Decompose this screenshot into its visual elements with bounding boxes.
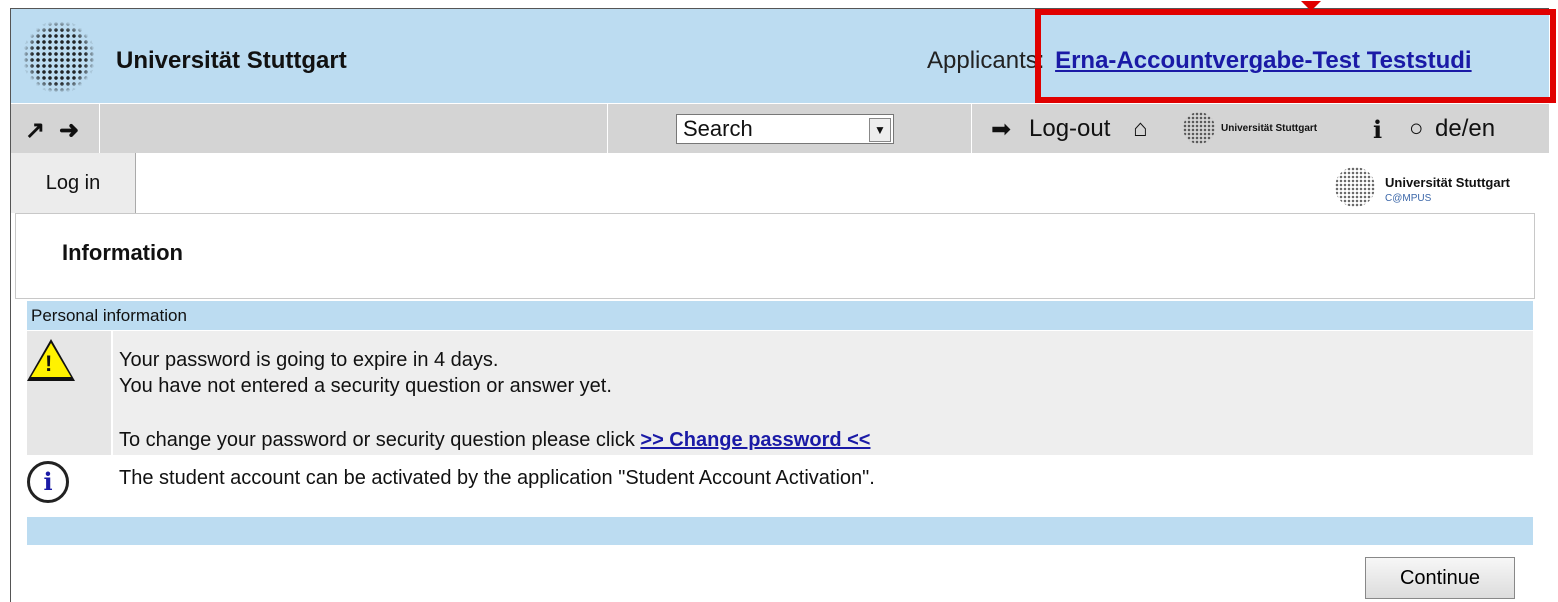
university-mini-logo-icon[interactable] [1183, 112, 1215, 144]
page-title-box: Information [15, 213, 1535, 299]
forward-icon[interactable]: ➜ [59, 116, 79, 145]
toolbar-nav: ↗ ➜ [11, 104, 100, 154]
activation-text: The student account can be activated by … [119, 467, 875, 489]
speech-bubble-icon[interactable]: ○ [1409, 115, 1424, 143]
continue-button[interactable]: Continue [1365, 557, 1515, 599]
page: Universität Stuttgart Applicants: Erna-A… [10, 1, 1556, 602]
language-switch[interactable]: de/en [1435, 115, 1495, 143]
page-title: Information [62, 240, 183, 265]
search-select-value: Search [683, 116, 753, 141]
change-password-prefix: To change your password or security ques… [119, 429, 635, 451]
change-password-line: To change your password or security ques… [119, 429, 870, 452]
highlight-arrow-icon [1301, 1, 1321, 11]
toolbar-divider [971, 104, 972, 154]
highlight-box [1035, 9, 1556, 103]
info-message: i The student account can be activated b… [27, 457, 1533, 513]
home-icon[interactable]: ⌂ [1133, 115, 1148, 143]
logo-fade [23, 21, 95, 93]
tab-login[interactable]: Log in [11, 153, 136, 213]
applicants-label: Applicants: [927, 47, 1045, 74]
warning-message: ! Your password is going to expire in 4 … [27, 331, 1533, 455]
personal-info-heading: Personal information [27, 301, 1533, 330]
warning-icon-cell: ! [27, 331, 111, 455]
search-select[interactable]: Search ▼ [676, 114, 894, 144]
campus-logo-icon [1335, 167, 1375, 207]
header: Universität Stuttgart Applicants: Erna-A… [11, 1, 1556, 103]
tab-bar: Log in Universität Stuttgart C@MPUS [11, 153, 1549, 213]
university-name: Universität Stuttgart [116, 47, 347, 74]
info-icon[interactable]: i [1373, 115, 1382, 144]
chevron-down-icon[interactable]: ▼ [869, 118, 891, 142]
toolbar-divider [607, 104, 608, 154]
campus-sub: C@MPUS [1385, 193, 1432, 204]
logout-link[interactable]: Log-out [1029, 115, 1110, 143]
mini-logo-text[interactable]: Universität Stuttgart [1221, 123, 1317, 134]
logout-icon[interactable]: ➡ [991, 115, 1011, 144]
password-expiry-text: Your password is going to expire in 4 da… [119, 349, 499, 371]
warning-text-cell: Your password is going to expire in 4 da… [113, 331, 1533, 455]
campus-name: Universität Stuttgart [1385, 175, 1510, 190]
section-footer-bar [27, 517, 1533, 545]
share-icon[interactable]: ↗ [25, 116, 45, 145]
toolbar: ↗ ➜ Search ▼ ➡ Log-out ⌂ Universität Stu… [11, 103, 1549, 154]
change-password-link[interactable]: >> Change password << [640, 429, 870, 451]
security-question-text: You have not entered a security question… [119, 375, 612, 397]
information-icon: i [27, 461, 69, 503]
